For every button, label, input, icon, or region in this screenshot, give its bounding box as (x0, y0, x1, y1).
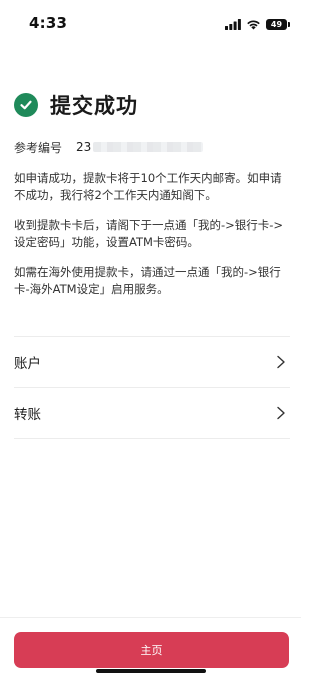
success-header: 提交成功 (14, 91, 138, 119)
chevron-right-icon (277, 355, 285, 369)
reference-redaction (93, 142, 204, 152)
menu-item-transfer[interactable]: 转账 (14, 388, 290, 439)
status-time: 4:33 (29, 14, 68, 32)
status-icons: 49 (225, 17, 290, 31)
note-paragraph: 收到提款卡卡后，请阁下于一点通「我的->银行卡->设定密码」功能，设置ATM卡密… (14, 218, 284, 249)
reference-value: 23 (76, 140, 92, 154)
reference-row: 参考编号 23 (14, 138, 286, 156)
notes: 如申请成功，提款卡将于10个工作天内邮寄。如申请不成功，我行将2个工作天内通知阁… (14, 170, 290, 311)
menu-item-label: 账户 (14, 356, 41, 372)
page-title: 提交成功 (50, 94, 138, 118)
wifi-icon (247, 19, 260, 29)
check-circle-icon (14, 93, 38, 117)
status-bar: 4:33 49 (0, 0, 301, 44)
menu-list: 账户 转账 (14, 336, 290, 439)
footer-divider (0, 617, 301, 618)
home-indicator[interactable] (96, 669, 206, 673)
menu-item-accounts[interactable]: 账户 (14, 337, 290, 388)
menu-item-label: 转账 (14, 407, 41, 423)
note-paragraph: 如申请成功，提款卡将于10个工作天内邮寄。如申请不成功，我行将2个工作天内通知阁… (14, 171, 282, 202)
battery-icon: 49 (266, 18, 290, 30)
home-button[interactable]: 主页 (14, 632, 289, 668)
chevron-right-icon (277, 406, 285, 420)
signal-icon (225, 18, 241, 30)
reference-label: 参考编号 (14, 140, 63, 155)
note-paragraph: 如需在海外使用提款卡，请通过一点通「我的->银行卡-海外ATM设定」启用服务。 (14, 265, 281, 296)
